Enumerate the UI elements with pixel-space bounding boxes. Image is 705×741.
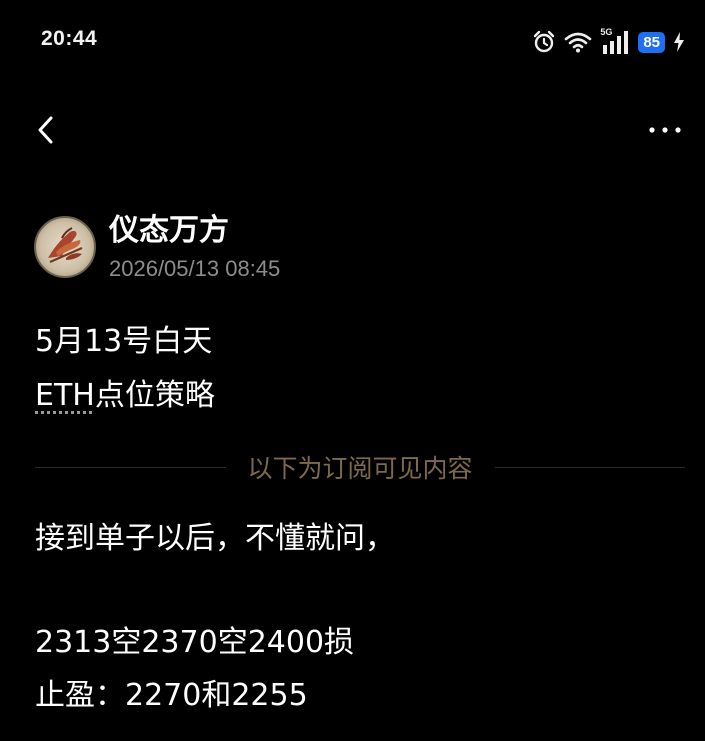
paywall-label: 以下为订阅可见内容: [247, 454, 473, 483]
back-button[interactable]: [32, 112, 60, 148]
eth-term-link[interactable]: ETH: [35, 378, 95, 413]
post-text-fragment: 点位策略: [94, 378, 215, 413]
paywall-divider: 以下为订阅可见内容: [35, 450, 686, 484]
alarm-icon: [534, 30, 555, 53]
status-bar: 20:44 5G 85: [0, 0, 705, 82]
status-icons: 5G 85: [524, 27, 685, 57]
avatar[interactable]: [34, 216, 96, 278]
post-text-line: ETH点位策略: [35, 370, 215, 414]
charging-icon: [674, 32, 684, 52]
author-name[interactable]: 仪态万方: [109, 205, 229, 249]
divider-line: [35, 466, 226, 468]
post-timestamp: 2026/05/13 08:45: [109, 256, 281, 281]
post-text-line: 5月13号白天: [35, 324, 213, 359]
divider-line: [494, 466, 686, 468]
wifi-icon: [565, 32, 592, 53]
post-text-line: 止盈：2270和2255: [35, 678, 308, 713]
post-text-line: 接到单子以后，不懂就问，: [35, 521, 395, 556]
status-time: 20:44: [41, 27, 98, 50]
battery-icon: 85: [638, 31, 665, 53]
more-options-button[interactable]: [647, 118, 683, 142]
post-text-line: 2313空2370空2400损: [35, 625, 355, 660]
signal-icon: 5G: [600, 27, 630, 55]
